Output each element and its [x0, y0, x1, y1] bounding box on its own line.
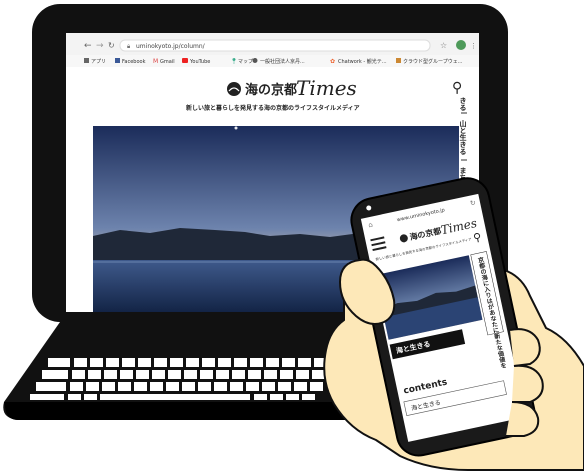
bookmark-2[interactable]: Gmail: [160, 59, 175, 65]
browser-toolbar: ← → ↻ 🔒︎ uminokyoto.jp/column/ ☆ ⋮: [66, 33, 479, 55]
lock-icon: 🔒︎: [127, 43, 130, 50]
illustration-canvas: ← → ↻ 🔒︎ uminokyoto.jp/column/ ☆ ⋮ アプリ F…: [3, 4, 584, 471]
gmail-icon: M: [153, 58, 158, 65]
groupware-icon: [396, 58, 401, 63]
bookmark-1[interactable]: Facebook: [122, 59, 146, 65]
bookmark-7[interactable]: クラウド型グループウェ...: [403, 58, 463, 65]
forward-arrow-icon[interactable]: →: [96, 41, 104, 51]
globe-icon: [252, 58, 258, 63]
site-logo-mark-icon: [227, 82, 241, 96]
bookmark-3[interactable]: YouTube: [189, 59, 210, 65]
site-tagline: 新しい旅と暮らしを発見する海の京都のライフスタイルメディア: [186, 104, 360, 112]
maps-pin-icon: 📍︎: [230, 58, 238, 65]
facebook-icon: [115, 58, 120, 63]
bookmarks-bar: アプリ Facebook M Gmail YouTube 📍︎ マップ 一般社団…: [66, 55, 479, 67]
address-url: uminokyoto.jp/column/: [136, 43, 206, 50]
back-arrow-icon[interactable]: ←: [84, 41, 92, 51]
bookmark-5[interactable]: 一般社団法人京丹...: [260, 58, 305, 65]
side-nav-0[interactable]: きる: [459, 96, 467, 112]
menu-dots-icon[interactable]: ⋮: [470, 42, 477, 50]
youtube-icon: [182, 58, 188, 63]
bookmark-6[interactable]: Chatwork - 観光テ...: [338, 58, 387, 65]
side-nav: きる 山と生きる まち: [459, 96, 467, 181]
bookmark-star-icon[interactable]: ☆: [440, 41, 447, 50]
site-logo-en: Times: [296, 76, 357, 100]
profile-avatar-icon[interactable]: [456, 40, 466, 50]
apps-icon[interactable]: [84, 58, 89, 63]
bookmark-4[interactable]: マップ: [238, 59, 253, 65]
site-logo-jp: 海の京都: [245, 82, 297, 98]
bookmark-0[interactable]: アプリ: [91, 59, 106, 65]
side-nav-1[interactable]: 山と生きる: [459, 119, 467, 156]
reload-icon[interactable]: ↻: [108, 41, 115, 50]
search-icon[interactable]: ⚲: [452, 80, 462, 96]
chatwork-icon: ✿: [330, 58, 335, 65]
hand-holding-phone: ⌂ www.uminokyoto.jp ↻ 海の京都 Times 新しい旅と暮ら…: [323, 177, 584, 471]
